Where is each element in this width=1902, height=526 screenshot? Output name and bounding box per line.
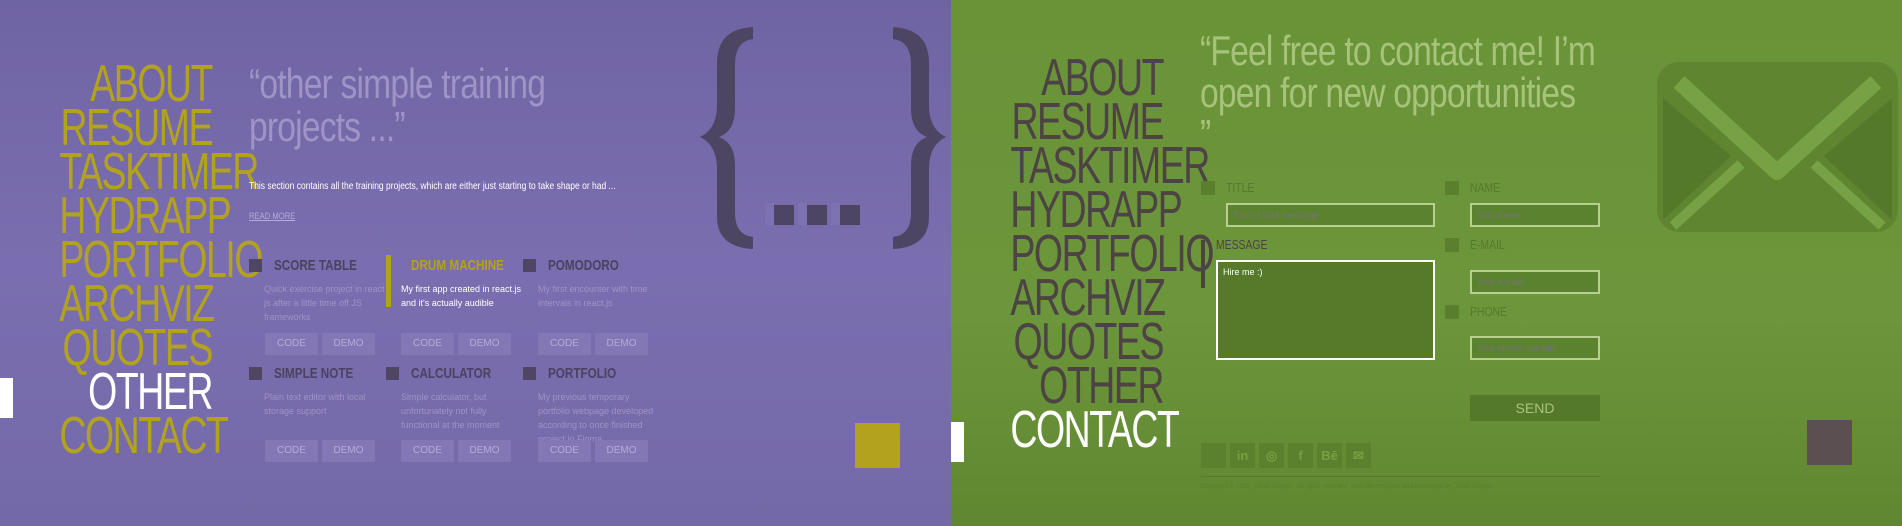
phone-field-bullet	[1445, 305, 1459, 319]
envelope-icon	[1657, 62, 1898, 232]
main-nav: ABOUT RESUME TASKTIMER HYDRAPP PORTFOLIO…	[0, 58, 263, 462]
title-label: TITLE	[1226, 180, 1255, 195]
code-button[interactable]: CODE	[401, 440, 454, 462]
facebook-icon[interactable]: f	[1288, 443, 1313, 468]
message-textarea[interactable]: Hire me :)	[1216, 260, 1435, 360]
demo-button[interactable]: DEMO	[322, 440, 375, 462]
demo-button[interactable]: DEMO	[595, 440, 648, 462]
name-field-bullet	[1445, 181, 1459, 195]
footer-divider	[1201, 476, 1600, 477]
code-button[interactable]: CODE	[265, 440, 318, 462]
demo-button[interactable]: DEMO	[458, 440, 511, 462]
project-bullet	[249, 259, 262, 272]
project-description: Quick exercise project in react js after…	[264, 284, 385, 322]
quote-line: “other simple training	[249, 60, 546, 107]
social-links: in ◎ f Bē ✉	[1201, 443, 1371, 468]
project-bullet	[523, 367, 536, 380]
quote-line: projects ...”	[249, 103, 406, 150]
demo-button[interactable]: DEMO	[322, 333, 375, 355]
phone-input[interactable]	[1470, 336, 1600, 360]
project-bullet	[386, 367, 399, 380]
active-nav-marker	[0, 378, 13, 418]
read-more-link[interactable]: READ MORE	[249, 211, 295, 221]
quote-line: ”	[1200, 111, 1211, 158]
project-title: PORTFOLIO	[548, 365, 617, 382]
title-field-bullet	[1201, 181, 1215, 195]
send-button[interactable]: SEND	[1470, 395, 1600, 421]
email-label: E-MAIL	[1470, 237, 1505, 252]
accent-square	[1807, 420, 1852, 465]
code-button[interactable]: CODE	[538, 333, 591, 355]
section-quote: “other simple training projects ...”	[249, 60, 546, 150]
email-field-bullet	[1445, 238, 1459, 252]
message-label: MESSAGE	[1216, 237, 1268, 252]
project-title: POMODORO	[548, 257, 619, 274]
project-bullet	[249, 367, 262, 380]
nav-contact[interactable]: CONTACT	[1010, 404, 1180, 456]
dribbble-icon[interactable]: ◎	[1259, 443, 1284, 468]
project-title: SCORE TABLE	[274, 257, 357, 274]
message-active-bar	[1201, 240, 1205, 288]
linkedin-icon[interactable]: in	[1230, 443, 1255, 468]
section-description: This section contains all the training p…	[249, 181, 616, 192]
email-input[interactable]	[1470, 270, 1600, 294]
project-description: My previous temporary portfolio webpage …	[538, 392, 654, 444]
main-nav: ABOUT RESUME TASKTIMER HYDRAPP PORTFOLIO…	[951, 52, 1214, 456]
project-title: CALCULATOR	[411, 365, 492, 382]
code-button[interactable]: CODE	[401, 333, 454, 355]
demo-button[interactable]: DEMO	[595, 333, 648, 355]
code-braces-icon	[700, 27, 946, 249]
demo-button[interactable]: DEMO	[458, 333, 511, 355]
project-description: Plain text editor with local storage sup…	[264, 392, 366, 416]
github-icon[interactable]	[1201, 443, 1226, 468]
other-section: ABOUT RESUME TASKTIMER HYDRAPP PORTFOLIO…	[0, 0, 951, 526]
active-nav-marker	[951, 422, 964, 462]
nav-contact[interactable]: CONTACT	[59, 410, 229, 462]
contact-quote: “Feel free to contact me! I’m open for n…	[1200, 27, 1596, 158]
project-description: My first encounter with time intervals i…	[538, 284, 648, 308]
project-title: SIMPLE NOTE	[274, 365, 354, 382]
name-label: NAME	[1470, 180, 1501, 195]
accent-square	[855, 423, 900, 468]
project-description: My first app created in react.js and it'…	[401, 284, 522, 308]
quote-line: open for new opportunities	[1200, 69, 1576, 116]
quote-line: “Feel free to contact me! I’m	[1200, 27, 1596, 74]
project-title: DRUM MACHINE	[411, 257, 504, 274]
code-button[interactable]: CODE	[265, 333, 318, 355]
copyright-text: Copyright © 2019, Jakub Stepien. All rig…	[1201, 483, 1496, 490]
name-input[interactable]	[1470, 203, 1600, 227]
project-description: Simple calculator, but unfortunately not…	[401, 392, 500, 430]
project-bullet	[523, 259, 536, 272]
title-input[interactable]	[1226, 203, 1435, 227]
phone-label: PHONE	[1470, 304, 1507, 319]
code-button[interactable]: CODE	[538, 440, 591, 462]
project-active-bar	[386, 255, 391, 307]
behance-icon[interactable]: Bē	[1317, 443, 1342, 468]
mail-icon[interactable]: ✉	[1346, 443, 1371, 468]
